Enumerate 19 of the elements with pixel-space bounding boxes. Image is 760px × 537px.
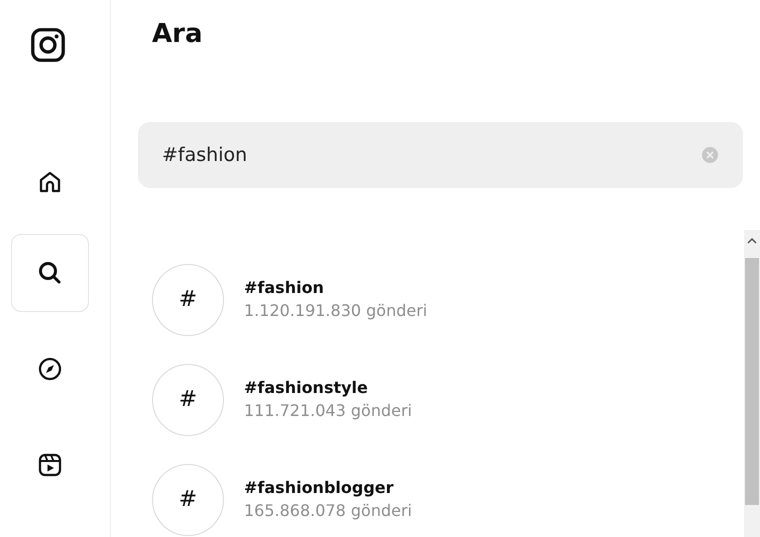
scroll-up-icon[interactable]	[747, 238, 757, 244]
hashtag-name[interactable]: #fashion	[244, 277, 428, 300]
search-icon	[37, 260, 63, 286]
compass-icon	[37, 356, 63, 382]
search-field[interactable]: #fashion	[138, 122, 743, 188]
hashtag-avatar: #	[152, 264, 224, 336]
scrollbar-thumb[interactable]	[745, 258, 759, 505]
hashtag-avatar: #	[152, 464, 224, 536]
scrollbar[interactable]	[744, 230, 760, 537]
hashtag-name[interactable]: #fashionstyle	[244, 377, 412, 400]
reels-icon	[37, 452, 63, 478]
post-count: 165.868.078 gönderi	[244, 500, 412, 522]
post-count: 111.721.043 gönderi	[244, 400, 412, 422]
instagram-logo-icon[interactable]	[30, 27, 66, 63]
page-title: Ara	[152, 18, 204, 51]
hashtag-avatar: #	[152, 364, 224, 436]
sidebar-nav-button[interactable]	[11, 234, 89, 312]
post-count: 1.120.191.830 gönderi	[244, 300, 428, 322]
hashtag-name[interactable]: #fashionblogger	[244, 477, 412, 500]
